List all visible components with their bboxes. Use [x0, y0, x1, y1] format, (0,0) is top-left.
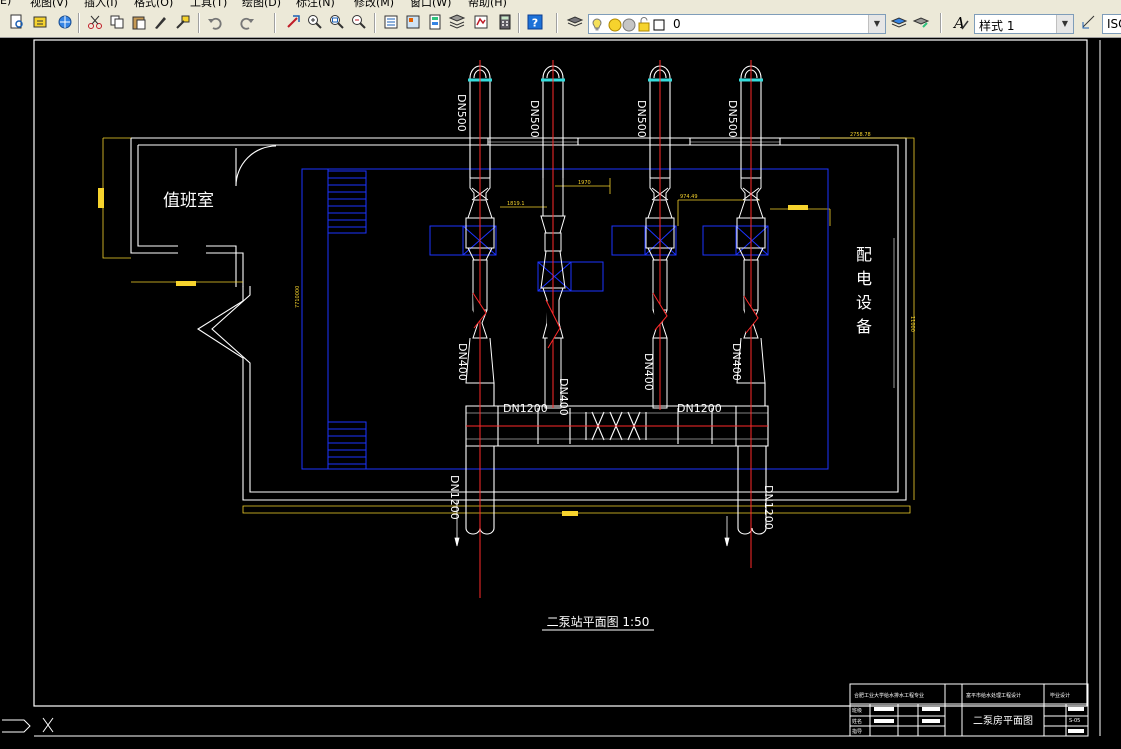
toolbar-separator [374, 13, 376, 33]
room-label-distribution: 配电设备 [856, 245, 872, 336]
dimension-text: 974.49 [680, 194, 698, 200]
svg-text:?: ? [532, 17, 538, 30]
paste-icon[interactable] [130, 13, 148, 31]
title-block-row-label: 姓名 [852, 718, 862, 725]
cut-icon[interactable] [86, 13, 104, 31]
dimension-text: 11000 [909, 316, 915, 332]
menu-window[interactable]: 窗口(W) [410, 0, 451, 8]
toolbar-separator [518, 13, 520, 33]
pipe-label-dn500: DN500 [455, 94, 468, 132]
title-block-row-label: 指导 [852, 728, 862, 735]
redo-icon[interactable] [238, 13, 256, 31]
room-label-duty: 值班室 [163, 191, 214, 211]
menu-insert[interactable]: 插入(I) [84, 0, 118, 8]
toolbar-separator [556, 13, 558, 33]
text-style-icon[interactable]: A [952, 13, 970, 31]
pipe-label-dn500: DN500 [635, 100, 648, 138]
entrance-marker [2, 717, 54, 733]
undo-icon[interactable] [206, 13, 224, 31]
pipe-label-dn400: DN400 [642, 353, 655, 391]
dimension-lines [102, 137, 915, 514]
help-icon[interactable]: ? [526, 13, 544, 31]
text-style-dropdown[interactable]: 样式 1 ▼ [974, 14, 1074, 34]
dimension-text: 7710000 [295, 286, 301, 308]
layer-state-icons [592, 17, 665, 32]
tool-palettes-icon[interactable] [426, 13, 444, 31]
pipe-label-dn500: DN500 [528, 100, 541, 138]
layer-name: 0 [673, 17, 681, 31]
sheet-set-icon[interactable] [448, 13, 466, 31]
block-editor-icon[interactable] [174, 13, 192, 31]
properties-icon[interactable] [382, 13, 400, 31]
toolbar-separator [78, 13, 80, 33]
text-style-value: 样式 1 [979, 19, 1015, 33]
pipe-label-dn1200: DN1200 [762, 485, 775, 530]
menu-edit[interactable]: E) [0, 0, 11, 7]
centerlines [466, 60, 768, 598]
toolbar-separator [940, 13, 942, 33]
drawing-caption: 二泵站平面图 1:50 [547, 615, 650, 629]
cad-drawing: 值班室 配电设备 DN500 DN500 DN500 DN500 DN400 D… [2, 39, 1101, 737]
title-block-design-label: 毕业设计 [1050, 692, 1070, 699]
layer-previous-icon[interactable] [912, 13, 930, 31]
standard-toolbar: ? 0 ▼ A 样式 1 ▼ ISO [0, 8, 1121, 38]
chevron-down-icon[interactable]: ▼ [1056, 15, 1073, 33]
drawing-canvas[interactable]: 值班室 配电设备 DN500 DN500 DN500 DN500 DN400 D… [0, 38, 1121, 749]
layer-dropdown[interactable]: 0 ▼ [588, 14, 886, 34]
menu-modify[interactable]: 修改(M) [354, 0, 394, 8]
dimension-markers [98, 188, 808, 516]
zoom-realtime-icon[interactable] [306, 13, 324, 31]
menu-draw[interactable]: 绘图(D) [242, 0, 281, 8]
zoom-previous-icon[interactable] [350, 13, 368, 31]
pump-units [465, 177, 766, 409]
pan-icon[interactable] [284, 13, 302, 31]
toolbar-separator [274, 13, 276, 33]
design-center-icon[interactable] [404, 13, 422, 31]
markup-icon[interactable] [472, 13, 490, 31]
plot-icon[interactable] [56, 13, 74, 31]
menu-view[interactable]: 视图(V) [30, 0, 68, 8]
chevron-down-icon[interactable]: ▼ [868, 15, 885, 33]
preview-icon[interactable] [8, 13, 26, 31]
publish-icon[interactable] [32, 13, 50, 31]
make-layer-current-icon[interactable] [890, 13, 908, 31]
pipe-label-dn400: DN400 [557, 378, 570, 416]
dimension-style-value: ISO [1107, 17, 1121, 31]
pipe-label-dn400: DN400 [456, 343, 469, 381]
layer-manager-icon[interactable] [566, 13, 584, 31]
toolbar-separator [198, 13, 200, 33]
menu-bar: E) 视图(V) 插入(I) 格式(O) 工具(T) 绘图(D) 标注(N) 修… [0, 0, 1121, 8]
dimension-text: 2758.78 [850, 132, 871, 138]
calculator-icon[interactable] [496, 13, 514, 31]
dimension-style-dropdown[interactable]: ISO [1102, 14, 1121, 34]
title-block: 合肥工业大学给水排水工程专业 富平市给水处理工程设计 二泵房平面图 毕业设计 班… [849, 683, 1089, 737]
copy-icon[interactable] [108, 13, 126, 31]
pipe-label-dn1200: DN1200 [677, 402, 722, 415]
suction-pipes [469, 65, 762, 178]
match-properties-icon[interactable] [152, 13, 170, 31]
drawing-text: 值班室 配电设备 DN500 DN500 DN500 DN500 DN400 D… [163, 94, 915, 631]
pipe-label-dn1200: DN1200 [448, 475, 461, 520]
menu-tools[interactable]: 工具(T) [190, 0, 227, 8]
pipe-label-dn400: DN400 [730, 343, 743, 381]
menu-help[interactable]: 帮助(H) [468, 0, 507, 8]
flow-arrows [454, 500, 730, 547]
title-block-row-label: 班级 [852, 707, 862, 714]
dimension-text: 1819.1 [507, 201, 525, 207]
menu-format[interactable]: 格式(O) [134, 0, 173, 8]
menu-dimension[interactable]: 标注(N) [296, 0, 335, 8]
dimension-text: 1970 [578, 180, 591, 186]
title-block-code: S-05 [1069, 718, 1080, 724]
title-block-project: 富平市给水处理工程设计 [966, 692, 1021, 699]
title-block-sheet-name: 二泵房平面图 [973, 714, 1033, 727]
pipe-label-dn500: DN500 [726, 100, 739, 138]
pipe-label-dn1200: DN1200 [503, 402, 548, 415]
zoom-window-icon[interactable] [328, 13, 346, 31]
dimension-style-icon[interactable] [1080, 13, 1098, 31]
title-block-school: 合肥工业大学给水排水工程专业 [854, 692, 924, 699]
